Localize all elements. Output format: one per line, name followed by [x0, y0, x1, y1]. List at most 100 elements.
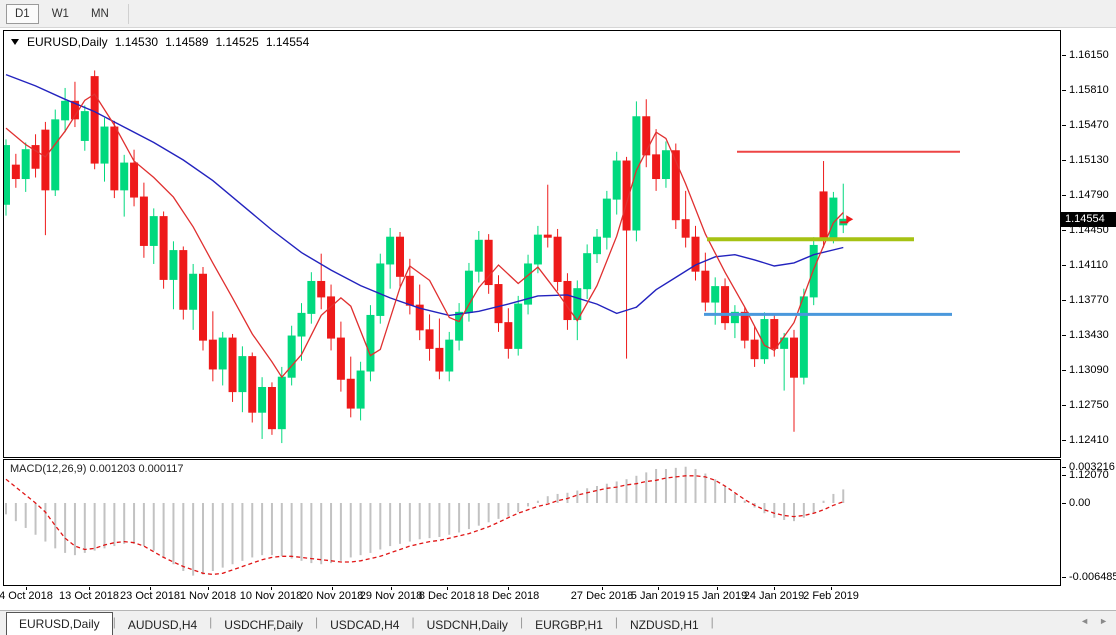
macd-signal-line — [5, 475, 844, 576]
bull-candle — [602, 198, 611, 238]
tab-separator: | — [710, 615, 714, 629]
bull-candle — [297, 312, 306, 337]
bear-candle — [484, 239, 493, 286]
bull-candle — [61, 100, 70, 121]
price-tick-mark — [1062, 474, 1066, 476]
date-tick-mark — [89, 587, 90, 590]
price-tick-label: 1.15810 — [1069, 83, 1109, 96]
date-tick-mark — [658, 587, 659, 590]
tab-eurgbp[interactable]: EURGBP,H1 — [523, 614, 615, 635]
bull-candle — [149, 216, 158, 246]
tab-eurusd[interactable]: EURUSD,Daily — [6, 612, 113, 635]
bear-candle — [11, 164, 20, 180]
date-tick-label: 2 Feb 2019 — [803, 590, 859, 602]
bear-candle — [553, 236, 562, 282]
bear-candle — [327, 296, 336, 339]
tab-usdcnh[interactable]: USDCNH,Daily — [415, 614, 520, 635]
price-tick-label: 1.13770 — [1069, 293, 1109, 306]
price-tick-mark — [1062, 404, 1066, 406]
bear-candle — [179, 250, 188, 310]
price-tick-mark — [1062, 229, 1066, 231]
chart-window: EURUSD,Daily 1.14530 1.14589 1.14525 1.1… — [0, 28, 1116, 610]
bear-candle — [652, 154, 661, 180]
macd-tick-label: 0.003216 — [1069, 460, 1115, 473]
price-tick-mark — [1062, 369, 1066, 371]
bear-candle — [267, 386, 276, 430]
bear-candle — [543, 234, 552, 238]
bear-candle — [317, 280, 326, 298]
bear-candle — [130, 162, 139, 198]
bull-candle — [661, 150, 670, 180]
price-tick-label: 1.12750 — [1069, 398, 1109, 411]
chart-symbol-label: EURUSD,Daily — [27, 35, 108, 49]
price-tick-label: 1.15130 — [1069, 153, 1109, 166]
chart-title: EURUSD,Daily 1.14530 1.14589 1.14525 1.1… — [11, 35, 309, 49]
date-tick-label: 27 Dec 2018 — [570, 590, 634, 602]
main-chart-panel[interactable] — [3, 30, 1061, 458]
bull-candle — [356, 370, 365, 409]
bull-candle — [218, 337, 227, 370]
candlestick-chart-canvas[interactable] — [4, 31, 1060, 457]
bear-candle — [90, 76, 99, 164]
tab-usdchf[interactable]: USDCHF,Daily — [212, 614, 315, 635]
macd-chart-canvas[interactable] — [4, 460, 1060, 585]
bull-candle — [593, 236, 601, 255]
date-tick-mark — [26, 587, 27, 590]
scroll-right-icon[interactable]: ► — [1099, 616, 1108, 626]
date-tick-label: 29 Nov 2018 — [359, 590, 423, 602]
bull-candle — [21, 149, 30, 180]
bull-candle — [376, 263, 385, 316]
tab-nzdusd[interactable]: NZDUSD,H1 — [618, 614, 711, 635]
bull-candle — [514, 303, 523, 349]
price-tick-mark — [1062, 334, 1066, 336]
bull-candle — [169, 250, 178, 280]
bear-candle — [346, 378, 355, 409]
bear-candle — [740, 311, 749, 341]
bull-candle — [238, 356, 247, 393]
chevron-down-icon[interactable] — [11, 39, 19, 45]
bear-candle — [208, 339, 217, 370]
bull-candle — [632, 116, 641, 231]
date-tick-label: 4 Oct 2018 — [0, 590, 53, 602]
bear-candle — [435, 347, 444, 372]
bear-candle — [336, 337, 345, 380]
scroll-left-icon[interactable]: ◄ — [1080, 616, 1089, 626]
bull-candle — [829, 197, 838, 238]
bear-candle — [159, 216, 168, 280]
price-tick-mark — [1062, 299, 1066, 301]
bear-candle — [701, 270, 710, 303]
date-tick-label: 23 Oct 2018 — [120, 590, 180, 602]
bull-candle — [711, 286, 720, 303]
date-tick-mark — [391, 587, 392, 590]
macd-panel[interactable]: MACD(12,26,9) 0.001203 0.000117 — [3, 459, 1061, 586]
chart-high-value: 1.14589 — [165, 35, 209, 49]
bull-candle — [799, 296, 808, 378]
bull-candle — [474, 239, 483, 272]
date-tick-mark — [831, 587, 832, 590]
price-tick-label: 1.12410 — [1069, 433, 1109, 446]
timeframe-toolbar: D1 W1 MN — [0, 0, 1116, 28]
macd-main-value: 0.001203 — [89, 463, 136, 475]
date-tick-label: 13 Oct 2018 — [59, 590, 119, 602]
date-tick-label: 1 Nov 2018 — [179, 590, 237, 602]
fast-ma-line[interactable] — [5, 93, 844, 379]
bull-candle — [258, 386, 267, 413]
date-tick-mark — [208, 587, 209, 590]
bull-candle — [583, 253, 592, 290]
price-tick-mark — [1062, 264, 1066, 266]
macd-label: MACD(12,26,9) 0.001203 0.000117 — [10, 463, 184, 475]
tab-usdcad[interactable]: USDCAD,H4 — [318, 614, 411, 635]
date-tick-label: 18 Dec 2018 — [476, 590, 540, 602]
macd-tick-mark — [1062, 466, 1066, 468]
bull-candle — [51, 119, 60, 191]
timeframe-button-w1[interactable]: W1 — [43, 4, 78, 24]
bear-candle — [563, 280, 572, 321]
date-tick-mark — [717, 587, 718, 590]
price-tick-label: 1.14110 — [1069, 258, 1108, 271]
date-tick-mark — [774, 587, 775, 590]
timeframe-button-mn[interactable]: MN — [82, 4, 118, 24]
price-tick-label: 1.13430 — [1069, 328, 1109, 341]
tab-audusd[interactable]: AUDUSD,H4 — [116, 614, 209, 635]
timeframe-button-d1[interactable]: D1 — [6, 3, 39, 24]
macd-tick-label: 0.00 — [1069, 497, 1091, 509]
